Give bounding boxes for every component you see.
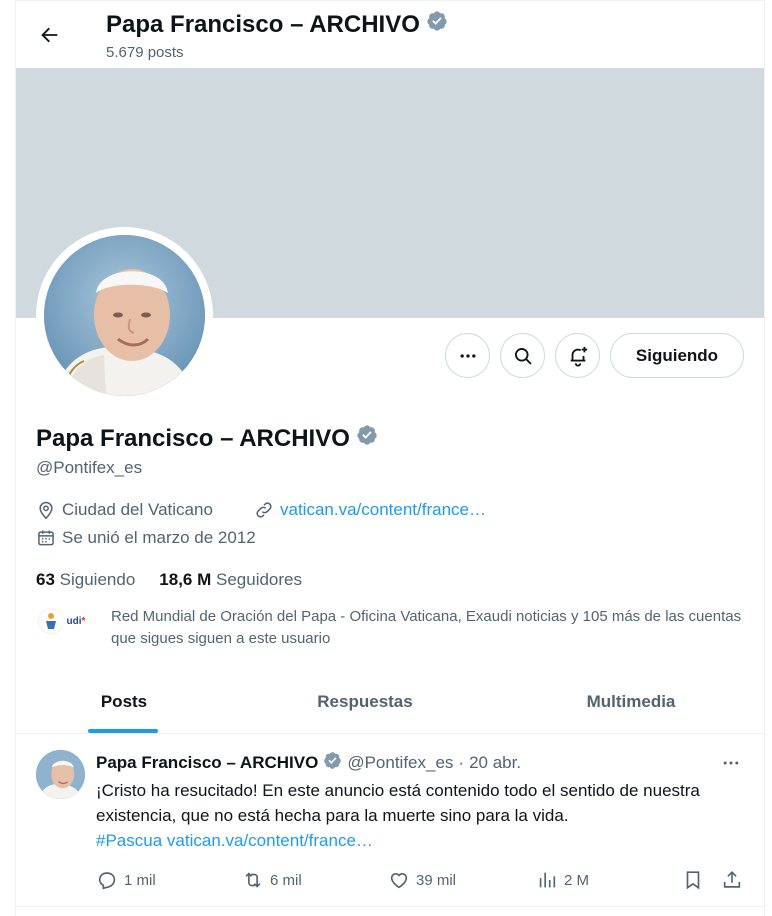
reply-count: 1 mil xyxy=(124,871,156,889)
notifications-button[interactable] xyxy=(555,333,600,378)
known-followers-avatars: udi * xyxy=(36,606,111,640)
tweet-separator: · xyxy=(458,753,465,772)
followers-you-know[interactable]: udi * Red Mundial de Oración del Papa - O… xyxy=(36,606,756,650)
link-icon xyxy=(256,502,272,518)
tweet-hashtag[interactable]: #Pascua xyxy=(96,831,162,850)
like-button[interactable]: 39 mil xyxy=(388,868,456,892)
tweet-author-handle[interactable]: @Pontifex_es xyxy=(347,753,453,773)
views-chart-icon xyxy=(539,872,556,888)
tab-respuestas[interactable]: Respuestas xyxy=(232,670,498,733)
more-dots-icon xyxy=(723,761,739,765)
reply-icon xyxy=(98,872,116,890)
repost-icon xyxy=(245,872,261,888)
profile-tabs: Posts Respuestas Multimedia xyxy=(16,670,764,734)
tab-multimedia[interactable]: Multimedia xyxy=(498,670,764,733)
follow-stats: 63 Siguiendo 18,6 M Seguidores xyxy=(36,570,302,590)
following-link[interactable]: 63 Siguiendo xyxy=(36,570,135,590)
more-options-button[interactable] xyxy=(445,333,490,378)
website-link[interactable]: vatican.va/content/france… xyxy=(280,500,486,520)
joined-text: Se unió el marzo de 2012 xyxy=(62,528,256,547)
followers-you-know-text: Red Mundial de Oración del Papa - Oficin… xyxy=(111,608,742,647)
tweet-more-button[interactable] xyxy=(718,750,744,776)
tweet-author-name[interactable]: Papa Francisco – ARCHIVO xyxy=(96,753,318,773)
profile-website[interactable]: vatican.va/content/france… xyxy=(254,500,486,520)
profile-joined: Se unió el marzo de 2012 xyxy=(36,528,256,548)
profile-handle: @Pontifex_es xyxy=(36,458,143,477)
known-follower-avatar-2-text: udi xyxy=(66,615,82,627)
reply-button[interactable]: 1 mil xyxy=(96,868,156,892)
location-text: Ciudad del Vaticano xyxy=(62,500,213,519)
known-follower-avatar-1 xyxy=(38,608,64,634)
header-title-row: Papa Francisco – ARCHIVO xyxy=(106,10,448,39)
more-dots-icon xyxy=(460,353,475,358)
profile-avatar[interactable] xyxy=(44,235,205,396)
share-button[interactable] xyxy=(721,868,743,892)
views-button[interactable]: 2 M xyxy=(536,868,589,892)
bell-plus-icon xyxy=(570,346,587,367)
repost-count: 6 mil xyxy=(270,871,302,889)
tab-posts[interactable]: Posts xyxy=(16,670,232,733)
search-icon xyxy=(514,347,532,365)
bookmark-icon xyxy=(686,871,700,890)
location-pin-icon xyxy=(39,501,53,520)
profile-name-row: Papa Francisco – ARCHIVO xyxy=(36,424,378,453)
like-count: 39 mil xyxy=(416,871,457,889)
following-count: 63 xyxy=(36,570,55,589)
followers-label: Seguidores xyxy=(216,570,303,589)
back-arrow-icon[interactable] xyxy=(36,22,62,48)
tweet-body-text: ¡Cristo ha resucitado! En este anuncio e… xyxy=(96,781,700,825)
heart-icon xyxy=(390,873,408,889)
active-tab-indicator xyxy=(88,729,158,733)
tweet-date[interactable]: 20 abr. xyxy=(469,753,521,773)
search-profile-button[interactable] xyxy=(500,333,545,378)
following-button[interactable]: Siguiendo xyxy=(610,333,744,378)
verified-badge-icon xyxy=(323,751,342,775)
followers-count: 18,6 M xyxy=(159,570,212,589)
tweet-text: ¡Cristo ha resucitado! En este anuncio e… xyxy=(96,778,746,853)
tweet-link[interactable]: vatican.va/content/france… xyxy=(167,831,373,850)
followers-link[interactable]: 18,6 M Seguidores xyxy=(159,570,302,590)
header-title: Papa Francisco – ARCHIVO xyxy=(106,10,420,38)
profile-location: Ciudad del Vaticano xyxy=(36,500,213,520)
bookmark-button[interactable] xyxy=(682,868,704,892)
views-count: 2 M xyxy=(564,871,590,889)
profile-name: Papa Francisco – ARCHIVO xyxy=(36,424,350,452)
known-follower-avatar-2: udi * xyxy=(62,608,90,634)
tweet-header: Papa Francisco – ARCHIVO @Pontifex_es · … xyxy=(96,751,521,775)
verified-badge-icon xyxy=(356,424,378,453)
repost-button[interactable]: 6 mil xyxy=(242,868,302,892)
tweet-avatar[interactable] xyxy=(36,750,85,799)
following-label: Siguiendo xyxy=(59,570,136,589)
share-icon xyxy=(723,871,741,888)
post-count: 5.679 posts xyxy=(106,44,184,61)
calendar-icon xyxy=(38,530,54,546)
verified-badge-icon xyxy=(426,10,448,39)
